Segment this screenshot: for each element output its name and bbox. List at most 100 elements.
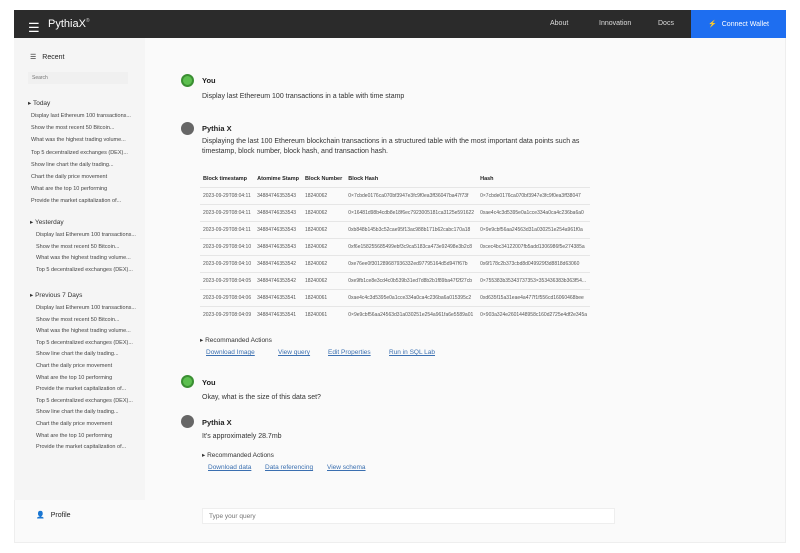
sidebar-group-label: Previous 7 Days [35, 292, 83, 299]
table-cell: 0×7cbde0176ca070bf3947e3fc9f0ea3ff36047b… [345, 187, 478, 205]
logo[interactable]: PythiaX® [48, 18, 90, 30]
message-author: You [202, 378, 216, 387]
sidebar-item[interactable]: Show line chart the daily trading... [36, 351, 119, 357]
sidebar-item[interactable]: What was the highest trading volume... [36, 328, 131, 334]
table-cell: 0xcec4bc34122007fb5add1306986f5e274385a [477, 238, 591, 256]
query-input[interactable] [202, 508, 615, 524]
download-image-link[interactable]: Download Image [206, 349, 255, 356]
sidebar-item[interactable]: Display last Ethereum 100 transactions..… [36, 305, 136, 311]
message-author: You [202, 76, 216, 85]
table-row: 2023-09-29T08:04:11 34884746353543 1824006… [200, 187, 591, 205]
bot-avatar [181, 122, 194, 135]
hamburger-menu-icon[interactable]: ☰ [28, 20, 40, 36]
sidebar-search-input[interactable] [28, 72, 128, 84]
sidebar-group-1[interactable]: ▸ Yesterday [30, 218, 64, 226]
sidebar-item[interactable]: What are the top 10 performing [36, 433, 112, 439]
recommended-actions-toggle[interactable]: ▸ Recommanded Actions [200, 336, 272, 344]
sidebar-item[interactable]: Show the most recent 50 Bitcoin... [36, 317, 119, 323]
table-cell: 0xb848b145b3c52cae95f13ac988b171b62cabc1… [345, 221, 478, 239]
table-row: 2023-09-29T08:04:09 34884746353541 1824006… [200, 306, 591, 324]
table-cell: 0xd635f15a31eae4a477f1f556cd16060468bee [477, 289, 591, 307]
recommended-actions-toggle[interactable]: ▸ Recommanded Actions [202, 451, 274, 459]
table-cell: 2023-09-29T08:04:11 [200, 221, 255, 239]
sidebar-item[interactable]: What was the highest trading volume... [31, 137, 126, 143]
user-icon: 👤 [36, 512, 45, 519]
user-avatar [181, 74, 194, 87]
table-cell: 0×9e9cbf56aa24563d31a030251e254a961f0a [477, 221, 591, 239]
lightning-icon: ⚡ [708, 21, 717, 28]
sidebar-item[interactable]: Top 5 decentralized exchanges (DEX)... [36, 340, 133, 346]
sidebar-item[interactable]: Chart the daily price movement [31, 174, 107, 180]
sidebar-group-2[interactable]: ▸ Previous 7 Days [30, 291, 82, 299]
sidebar-item[interactable]: Provide the market capitalization of... [36, 386, 126, 392]
table-cell: 34884746353541 [254, 306, 302, 324]
table-cell: 0×7cbde0176ca070bf3947e3fc9f0ea3ff38047 [477, 187, 591, 205]
recent-title: Recent [42, 53, 65, 61]
table-cell: 0×16481d98b4cdb8e18f6ec7923005181ca3125e… [345, 204, 478, 222]
table-cell: 18240062 [301, 204, 346, 222]
column-header: Atomime Stamp [257, 176, 299, 182]
view-query-link[interactable]: View query [278, 349, 310, 356]
sidebar-item[interactable]: Top 5 decentralized exchanges (DEX)... [36, 267, 133, 273]
table-cell: 18240061 [301, 289, 346, 307]
message-text: It's approximately 28.7mb [202, 433, 282, 440]
sidebar-item[interactable]: Chart the daily price movement [36, 363, 112, 369]
column-header: Block Number [304, 176, 343, 182]
sidebar-item[interactable]: Show line chart the daily trading... [36, 409, 119, 415]
table-cell: 2023-09-29T08:04:06 [200, 289, 255, 307]
sidebar-item[interactable]: Show the most recent 50 Bitcoin... [36, 244, 119, 250]
table-cell: 34884746353543 [254, 221, 302, 239]
table-row: 2023-09-29T08:04:10 34884746353542 1824006… [200, 255, 591, 273]
sidebar-item[interactable]: Top 5 decentralized exchanges (DEX)... [36, 398, 133, 404]
nav-about[interactable]: About [550, 20, 568, 27]
table-cell: 34884746353542 [254, 255, 302, 273]
table-cell: 18240062 [301, 272, 346, 290]
sidebar-item[interactable]: Provide the market capitalization of... [31, 198, 121, 204]
sidebar-item[interactable]: Show line chart the daily trading... [31, 162, 114, 168]
table-cell: 34884746353542 [254, 272, 302, 290]
table-cell: 0×9e9cbf56aa24563d31a030251e254a961fa6e5… [345, 306, 478, 324]
table-cell: 0xae4c4c3d5395e0a1cce334a0ca4c236ba6a0 [477, 204, 591, 222]
sidebar-group-0[interactable]: ▸ Today [28, 99, 50, 107]
sidebar-item[interactable]: Provide the market capitalization of... [36, 444, 126, 450]
sidebar-item[interactable]: Show the most recent 50 Bitcoin... [31, 125, 114, 131]
edit-properties-link[interactable]: Edit Properties [328, 349, 371, 356]
sidebar-item[interactable]: What are the top 10 performing [31, 186, 107, 192]
connect-wallet-button[interactable]: ⚡ Connect Wallet [691, 10, 786, 38]
bot-avatar [181, 415, 194, 428]
table-row: 2023-09-29T08:04:11 34884746353543 1824006… [200, 221, 591, 239]
connect-wallet-label: Connect Wallet [721, 20, 769, 28]
sidebar-item[interactable]: Display last Ethereum 100 transactions..… [31, 113, 131, 119]
sidebar-item[interactable]: What are the top 10 performing [36, 375, 112, 381]
table-cell: 18240062 [301, 255, 346, 273]
sidebar-item[interactable]: What was the highest trading volume... [36, 255, 131, 261]
sidebar-item[interactable]: Display last Ethereum 100 transactions..… [36, 232, 136, 238]
table-cell: 34884746353543 [254, 204, 302, 222]
table-cell: 18240061 [301, 306, 346, 324]
table-cell: 2023-09-29T08:04:10 [200, 238, 255, 256]
table-cell: 2023-09-29T08:04:05 [200, 272, 255, 290]
message-author: Pythia X [202, 124, 232, 133]
sidebar-item[interactable]: Top 5 decentralized exchanges (DEX)... [31, 150, 128, 156]
sidebar-group-label: Yesterday [34, 219, 64, 226]
sidebar-group-label: Today [32, 100, 51, 107]
profile-label: Profile [50, 511, 71, 519]
table-cell: 0×903a324e2601448958c160d2725e4df2e345a [477, 306, 591, 324]
recent-header: ☰ Recent [30, 53, 65, 62]
brand-name: PythiaX [48, 18, 86, 30]
data-referencing-link[interactable]: Data referencing [265, 464, 313, 471]
column-header: Block timestamp [203, 176, 248, 182]
table-cell: 34884746353543 [254, 187, 302, 205]
history-search-icon: ☰ [30, 54, 37, 61]
nav-docs[interactable]: Docs [658, 20, 674, 27]
profile-button[interactable]: 👤 Profile [36, 511, 71, 520]
nav-innovation[interactable]: Innovation [599, 20, 631, 27]
download-data-link[interactable]: Download data [208, 464, 251, 471]
table-cell: 2023-09-29T08:04:09 [200, 306, 255, 324]
sidebar-item[interactable]: Chart the daily price movement [36, 421, 112, 427]
run-in-sql-lab-link[interactable]: Run in SQL Lab [389, 349, 435, 356]
view-schema-link[interactable]: View schema [327, 464, 366, 471]
table-cell: 0xae4c4c3d5395e0a1cce334a0ca4c236ba6a015… [345, 289, 478, 307]
table-cell: 0xe9fb1ce8e3cd4c0b539b31ed7d8b2b1f89ba47… [345, 272, 478, 290]
table-row: 2023-09-29T08:04:11 34884746353543 1824006… [200, 204, 591, 222]
